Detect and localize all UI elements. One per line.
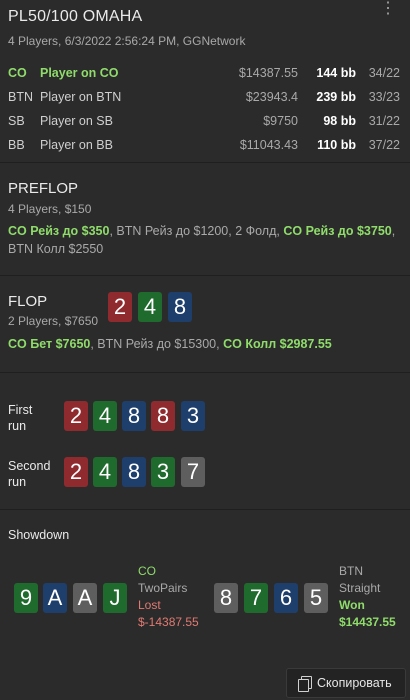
player-position: SB: [8, 114, 25, 128]
player-bb: 98 bb: [323, 114, 356, 128]
second-run-label-line2: run: [8, 475, 27, 489]
section-divider: [0, 372, 410, 373]
first-run-card: 8: [151, 401, 175, 431]
player-name: Player on SB: [40, 114, 113, 128]
flop-card: 4: [138, 292, 162, 322]
first-run-label: First run: [8, 402, 32, 434]
first-run-card: 2: [64, 401, 88, 431]
second-run-card: 7: [181, 457, 205, 487]
player-position: CO: [8, 66, 27, 80]
villain-hole-card: 6: [274, 583, 298, 613]
preflop-actions: CO Рейз до $350, BTN Рейз до $1200, 2 Фо…: [8, 222, 400, 258]
section-divider: [0, 162, 410, 163]
hero-hole-card: J: [103, 583, 127, 613]
player-row: CO Player on CO $14387.55 144 bb 34/22: [8, 64, 400, 88]
player-row: BTN Player on BTN $23943.4 239 bb 33/23: [8, 88, 400, 112]
hand-header: PL50/100 OMAHA 4 Players, 6/3/2022 2:56:…: [0, 0, 410, 162]
villain-hole-card: 8: [214, 583, 238, 613]
villain-hole-card: 5: [304, 583, 328, 613]
flop-title: FLOP: [8, 293, 48, 310]
preflop-pot: 4 Players, $150: [8, 202, 92, 216]
hand-subtitle: 4 Players, 6/3/2022 2:56:24 PM, GGNetwor…: [8, 34, 246, 48]
copy-button-label: Скопировать: [317, 676, 392, 690]
first-run-label-line1: First: [8, 403, 33, 417]
second-run-card: 8: [122, 457, 146, 487]
second-run-card: 3: [151, 457, 175, 487]
flop-action-co-call: CO Колл $2987.55: [223, 337, 332, 351]
copy-button[interactable]: Скопировать: [286, 668, 406, 698]
player-name: Player on BTN: [40, 90, 122, 104]
flop-action-co-bet: CO Бет $7650: [8, 337, 91, 351]
player-stats: 37/22: [368, 138, 400, 152]
flop-card: 8: [168, 292, 192, 322]
player-stack: $9750: [263, 114, 298, 128]
hero-amount: $-14387.55: [138, 615, 199, 629]
showdown-title: Showdown: [8, 528, 70, 542]
player-name: Player on CO: [40, 66, 119, 80]
preflop-action-co-raise: CO Рейз до $350: [8, 224, 110, 238]
villain-hand-rank: Straight: [339, 581, 381, 595]
section-divider: [0, 275, 410, 276]
player-stack: $11043.43: [239, 138, 298, 152]
more-menu-icon[interactable]: ⋮: [380, 1, 396, 17]
villain-amount: $14437.55: [339, 615, 396, 629]
player-row: SB Player on SB $9750 98 bb 31/22: [8, 112, 400, 136]
hand-title: PL50/100 OMAHA: [8, 8, 143, 25]
villain-showdown-info: BTN Straight Won $14437.55: [339, 563, 396, 631]
preflop-title: PREFLOP: [8, 180, 79, 197]
villain-hole-card: 7: [244, 583, 268, 613]
first-run-card: 4: [93, 401, 117, 431]
second-run-label: Second run: [8, 458, 50, 490]
hero-result: Lost: [138, 598, 161, 612]
second-run-label-line1: Second: [8, 459, 51, 473]
player-stats: 31/22: [368, 114, 400, 128]
second-run-card: 2: [64, 457, 88, 487]
player-stats: 34/22: [368, 66, 400, 80]
copy-icon-front: [298, 679, 309, 692]
villain-result: Won: [339, 598, 365, 612]
players-table: CO Player on CO $14387.55 144 bb 34/22 B…: [8, 64, 400, 160]
flop-actions: CO Бет $7650, BTN Рейз до $15300, CO Кол…: [8, 335, 400, 353]
player-bb: 144 bb: [316, 66, 356, 80]
flop-card: 2: [108, 292, 132, 322]
hero-position: CO: [138, 564, 156, 578]
flop-pot: 2 Players, $7650: [8, 314, 99, 328]
second-run-card: 4: [93, 457, 117, 487]
section-divider: [0, 509, 410, 510]
player-stack: $23943.4: [245, 90, 298, 104]
player-position: BB: [8, 138, 25, 152]
preflop-action-middle: , BTN Рейз до $1200, 2 Фолд,: [109, 224, 284, 238]
first-run-card: 8: [122, 401, 146, 431]
player-name: Player on BB: [40, 138, 113, 152]
player-stats: 33/23: [368, 90, 400, 104]
player-bb: 110 bb: [317, 138, 356, 152]
first-run-card: 3: [181, 401, 205, 431]
hero-hand-rank: TwoPairs: [138, 581, 188, 595]
flop-action-btn-raise: , BTN Рейз до $15300,: [90, 337, 224, 351]
player-bb: 239 bb: [316, 90, 356, 104]
hero-showdown-info: CO TwoPairs Lost $-14387.55: [138, 563, 199, 631]
villain-position: BTN: [339, 564, 363, 578]
hero-hole-card: A: [73, 583, 97, 613]
hero-hole-card: 9: [14, 583, 38, 613]
player-stack: $14387.55: [238, 66, 298, 80]
player-position: BTN: [8, 90, 33, 104]
hero-hole-card: A: [43, 583, 67, 613]
player-row: BB Player on BB $11043.43 110 bb 37/22: [8, 136, 400, 160]
preflop-action-co-reraise: CO Рейз до $3750: [283, 224, 392, 238]
first-run-label-line2: run: [8, 419, 27, 433]
